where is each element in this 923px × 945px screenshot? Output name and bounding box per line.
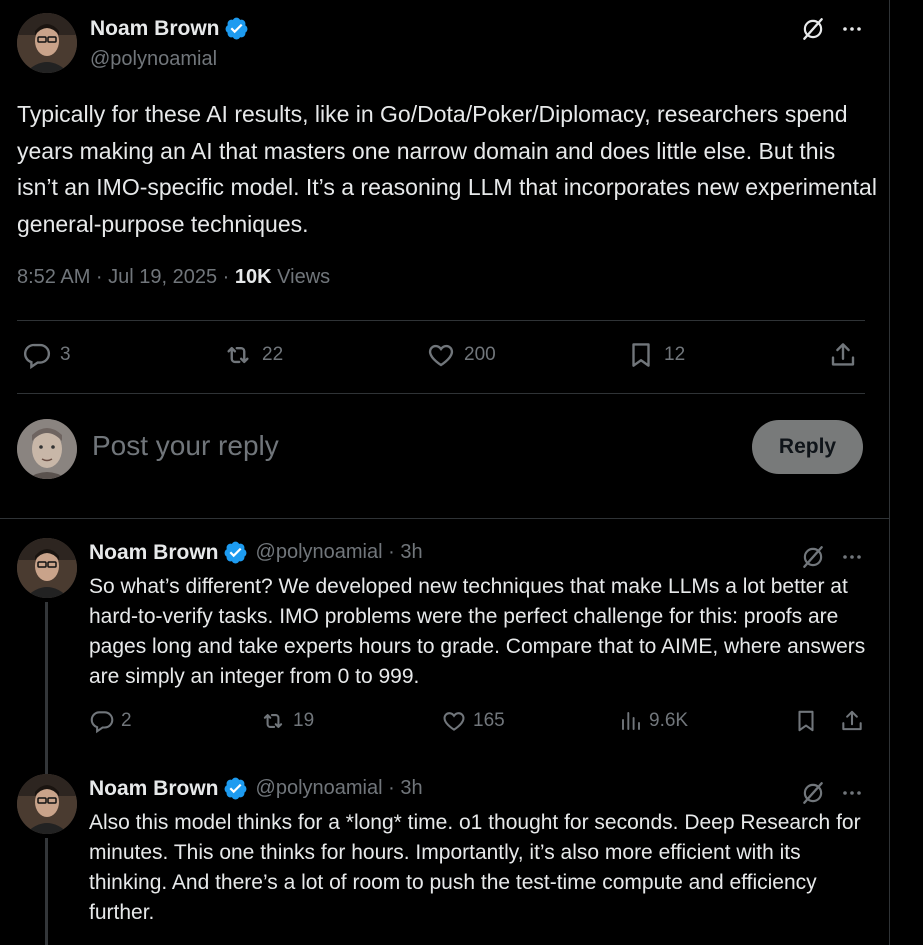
reply-input[interactable]: Post your reply bbox=[92, 430, 279, 462]
like-icon bbox=[428, 344, 454, 367]
divider bbox=[17, 393, 865, 394]
tweet-actions: 2 19 165 9.6K bbox=[89, 708, 869, 738]
reply-action[interactable]: 2 bbox=[89, 708, 132, 734]
grok-icon[interactable] bbox=[800, 544, 826, 575]
tweet-actions: 3 22 200 12 bbox=[22, 340, 862, 374]
bookmark-icon bbox=[798, 710, 814, 732]
tweet-time[interactable]: 8:52 AM · Jul 19, 2025 · bbox=[17, 266, 235, 288]
author-name[interactable]: Noam Brown bbox=[89, 541, 219, 565]
repost-count: 22 bbox=[262, 344, 284, 365]
share-icon bbox=[831, 343, 855, 366]
repost-count: 19 bbox=[293, 710, 315, 731]
reply-icon bbox=[90, 711, 114, 734]
share-action[interactable] bbox=[828, 340, 858, 370]
tweet-text: Also this model thinks for a *long* time… bbox=[89, 811, 861, 924]
views-count: 9.6K bbox=[649, 710, 689, 731]
bookmark-action[interactable]: 12 bbox=[626, 340, 685, 370]
tweet-meta: 8:52 AM · Jul 19, 2025 · 10K Views bbox=[17, 266, 330, 289]
tweet-text: Typically for these AI results, like in … bbox=[17, 101, 877, 237]
verified-badge-icon[interactable] bbox=[224, 16, 249, 41]
repost-icon bbox=[227, 346, 249, 364]
bookmark-icon bbox=[632, 343, 650, 367]
verified-badge-icon[interactable] bbox=[223, 776, 248, 801]
main-tweet: Noam Brown @polynoamial Typically for th… bbox=[0, 0, 889, 518]
divider bbox=[0, 518, 889, 519]
reply-count: 2 bbox=[121, 710, 132, 731]
share-icon bbox=[842, 710, 862, 731]
author-handle[interactable]: @polynoamial · 3h bbox=[256, 541, 423, 564]
author-avatar[interactable] bbox=[17, 538, 77, 598]
more-icon[interactable] bbox=[840, 781, 864, 810]
share-action[interactable] bbox=[839, 708, 865, 734]
author-name[interactable]: Noam Brown bbox=[90, 17, 220, 41]
more-icon[interactable] bbox=[840, 17, 864, 46]
thread-line bbox=[45, 838, 48, 945]
author-handle[interactable]: @polynoamial · 3h bbox=[256, 777, 423, 800]
repost-action[interactable]: 22 bbox=[222, 340, 283, 370]
grok-icon[interactable] bbox=[800, 780, 826, 811]
author-name[interactable]: Noam Brown bbox=[89, 777, 219, 801]
author-handle[interactable]: @polynoamial bbox=[90, 48, 217, 70]
views-label: Views bbox=[271, 266, 331, 288]
divider bbox=[17, 320, 865, 321]
more-icon[interactable] bbox=[840, 545, 864, 574]
reply-tweet: Noam Brown @polynoamial · 3h So what’s d… bbox=[0, 538, 889, 812]
like-action[interactable]: 165 bbox=[441, 708, 505, 734]
grok-icon[interactable] bbox=[800, 16, 826, 47]
author-avatar[interactable] bbox=[17, 13, 77, 73]
reply-tweet: Noam Brown @polynoamial · 3h Also this m… bbox=[0, 774, 889, 945]
reply-icon bbox=[23, 343, 51, 370]
views-count: 10K bbox=[234, 266, 272, 288]
column-border bbox=[889, 0, 890, 945]
author-avatar[interactable] bbox=[17, 774, 77, 834]
reply-count: 3 bbox=[60, 344, 71, 365]
like-count: 200 bbox=[464, 344, 496, 365]
views-action[interactable]: 9.6K bbox=[619, 708, 688, 734]
views-icon bbox=[622, 712, 640, 730]
like-count: 165 bbox=[473, 710, 505, 731]
repost-icon bbox=[263, 714, 283, 728]
reply-action[interactable]: 3 bbox=[22, 340, 71, 370]
tweet-text: So what’s different? We developed new te… bbox=[89, 575, 866, 688]
verified-badge-icon[interactable] bbox=[223, 540, 248, 565]
bookmark-action[interactable] bbox=[793, 708, 819, 734]
user-avatar[interactable] bbox=[17, 419, 77, 479]
reply-composer: Post your reply Reply bbox=[0, 410, 889, 490]
repost-action[interactable]: 19 bbox=[259, 708, 314, 734]
like-icon bbox=[443, 712, 465, 731]
bookmark-count: 12 bbox=[664, 344, 686, 365]
reply-button[interactable]: Reply bbox=[752, 420, 863, 474]
like-action[interactable]: 200 bbox=[426, 340, 496, 370]
